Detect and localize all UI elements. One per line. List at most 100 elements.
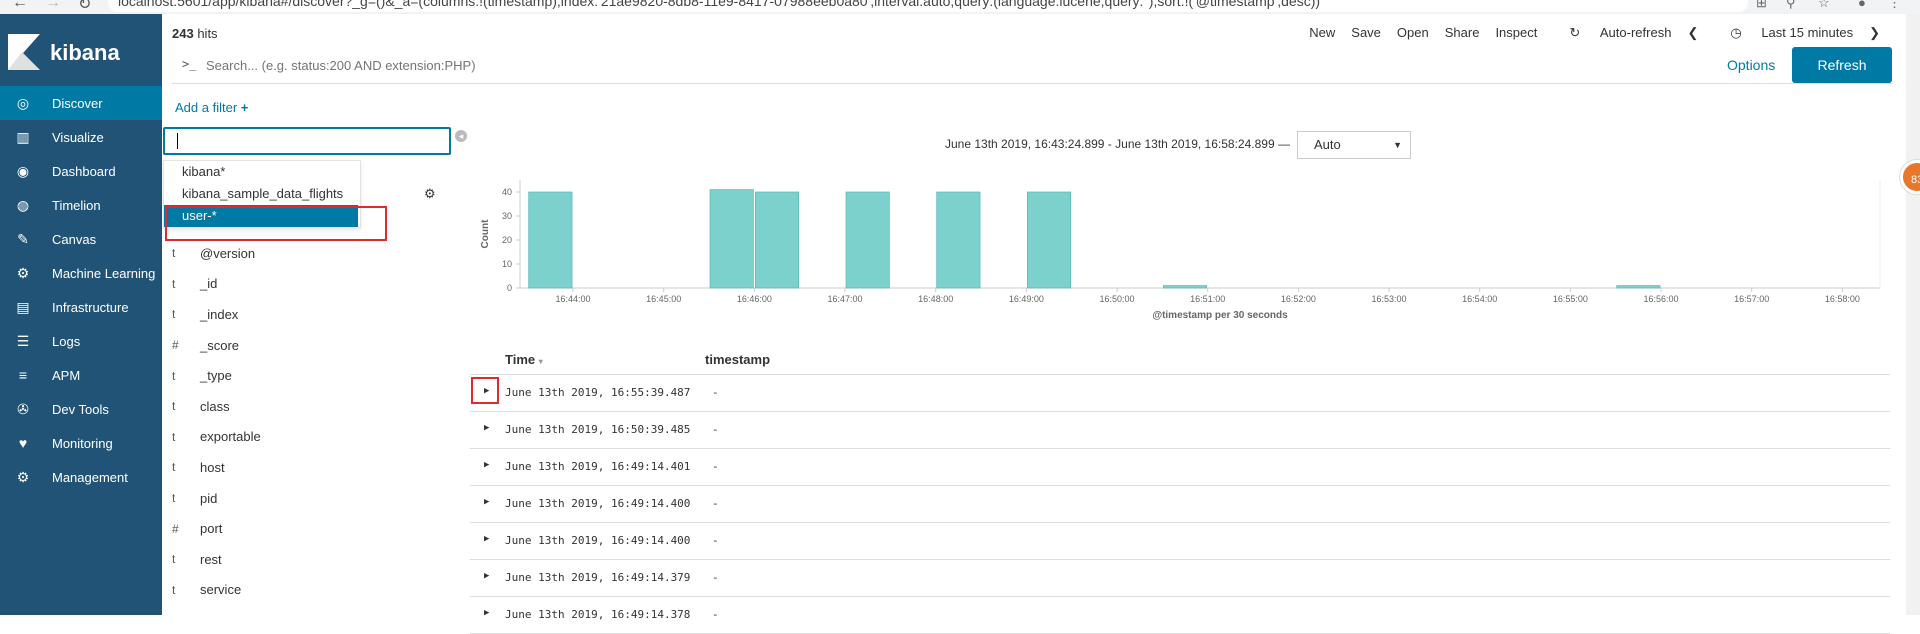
- refresh-button[interactable]: Refresh: [1792, 47, 1892, 83]
- collapse-sidebar-icon[interactable]: ◂: [455, 130, 467, 142]
- cell-time: June 13th 2019, 16:49:14.401: [505, 460, 691, 473]
- sidebar-item-monitoring[interactable]: ♥ Monitoring: [0, 426, 162, 460]
- cell-timestamp: -: [712, 534, 719, 547]
- plus-icon: +: [240, 100, 249, 115]
- timelion-icon: ◍: [16, 196, 30, 213]
- sidebar-item-infrastructure[interactable]: ▤ Infrastructure: [0, 290, 162, 324]
- x-tick-label: 16:48:00: [918, 294, 953, 304]
- histogram-bar: [755, 191, 800, 289]
- sidebar-item-label: APM: [52, 367, 81, 383]
- options-link[interactable]: Options: [1727, 57, 1775, 73]
- sidebar-item-timelion[interactable]: ◍ Timelion: [0, 188, 162, 222]
- histogram-bar: [1163, 285, 1208, 289]
- index-pattern-input[interactable]: [163, 127, 451, 155]
- page-scrollbar[interactable]: [1906, 14, 1920, 615]
- add-filter-link[interactable]: Add a filter +: [175, 100, 248, 115]
- x-tick-label: 16:49:00: [1009, 294, 1044, 304]
- time-picker-button[interactable]: ◷ Last 15 minutes: [1714, 25, 1853, 41]
- brand[interactable]: kibana: [0, 14, 162, 86]
- time-next-button[interactable]: ❯: [1869, 25, 1880, 41]
- cell-time: June 13th 2019, 16:49:14.379: [505, 571, 691, 584]
- expand-row-icon[interactable]: ▶: [484, 497, 489, 507]
- back-icon[interactable]: ←: [12, 0, 28, 12]
- browser-toolbar: ← → ↻ localhost:5601/app/kibana#/discove…: [0, 0, 1920, 14]
- field-item[interactable]: t class: [172, 391, 452, 422]
- text-caret: [177, 133, 178, 149]
- index-pattern-option[interactable]: kibana_sample_data_flights: [164, 183, 360, 205]
- field-item[interactable]: t service: [172, 575, 452, 606]
- forward-icon[interactable]: →: [45, 0, 61, 12]
- expand-row-icon[interactable]: ▶: [484, 608, 489, 618]
- field-item[interactable]: t _id: [172, 269, 452, 300]
- search-input[interactable]: [206, 55, 1706, 75]
- histogram-bar: [936, 191, 981, 289]
- field-item[interactable]: t host: [172, 452, 452, 483]
- interval-select[interactable]: Auto ▼: [1297, 131, 1411, 159]
- field-name: exportable: [200, 429, 261, 445]
- expand-row-icon[interactable]: ▶: [484, 460, 489, 470]
- field-item[interactable]: t rest: [172, 544, 452, 575]
- x-tick-label: 16:58:00: [1825, 294, 1860, 304]
- translate-icon[interactable]: ⊞: [1756, 0, 1772, 11]
- menu-icon[interactable]: ⋮: [1888, 0, 1904, 11]
- logs-icon: ☰: [16, 332, 30, 349]
- column-header-timestamp[interactable]: timestamp: [705, 352, 770, 367]
- inspect-button[interactable]: Inspect: [1495, 25, 1537, 41]
- dropdown-arrow-icon: ▼: [1393, 140, 1402, 150]
- field-name: host: [200, 459, 225, 475]
- time-prev-button[interactable]: ❮: [1687, 25, 1698, 41]
- expand-row-icon[interactable]: ▶: [484, 571, 489, 581]
- sidebar-item-label: Visualize: [52, 129, 104, 145]
- bookmark-star-icon[interactable]: ☆: [1818, 0, 1834, 11]
- reload-icon[interactable]: ↻: [78, 0, 91, 14]
- share-button[interactable]: Share: [1445, 25, 1480, 41]
- open-button[interactable]: Open: [1397, 25, 1429, 41]
- sidebar-item-dashboard[interactable]: ◉ Dashboard: [0, 154, 162, 188]
- expand-row-icon[interactable]: ▶: [484, 423, 489, 433]
- hits-count: 243 hits: [172, 26, 218, 41]
- field-item[interactable]: t pid: [172, 483, 452, 514]
- table-row: ▶ June 13th 2019, 16:49:14.378-: [470, 597, 1890, 634]
- sidebar-item-canvas[interactable]: ✎ Canvas: [0, 222, 162, 256]
- field-item[interactable]: t _type: [172, 360, 452, 391]
- expand-row-icon[interactable]: ▶: [484, 534, 489, 544]
- sidebar: kibana ◎ Discover ▥ Visualize ◉ Dashboard ◍ Tim…: [0, 14, 162, 615]
- sidebar-item-discover[interactable]: ◎ Discover: [0, 86, 162, 120]
- sidebar-item-apm[interactable]: ≡ APM: [0, 358, 162, 392]
- auto-refresh-button[interactable]: ↻ Auto-refresh: [1553, 25, 1671, 41]
- table-row: ▶ June 13th 2019, 16:49:14.400 -: [470, 523, 1890, 560]
- compass-icon: ◎: [16, 94, 30, 111]
- field-settings-gear-icon[interactable]: ⚙: [424, 186, 436, 202]
- sidebar-item-visualize[interactable]: ▥ Visualize: [0, 120, 162, 154]
- new-button[interactable]: New: [1309, 25, 1335, 41]
- column-header-time-label: Time: [505, 352, 536, 367]
- cell-timestamp: -: [712, 423, 719, 436]
- field-name: @version: [200, 245, 256, 261]
- sidebar-item-management[interactable]: ⚙ Management: [0, 460, 162, 494]
- field-item[interactable]: t exportable: [172, 422, 452, 453]
- field-item[interactable]: # port: [172, 513, 452, 544]
- zoom-icon[interactable]: ⚲: [1786, 0, 1802, 11]
- field-item[interactable]: t @version: [172, 238, 452, 269]
- sidebar-item-dev-tools[interactable]: ✇ Dev Tools: [0, 392, 162, 426]
- field-type-icon: t: [172, 368, 176, 383]
- account-icon[interactable]: ●: [1858, 0, 1874, 11]
- notification-badge[interactable]: 83: [1900, 160, 1920, 194]
- sidebar-item-machine-learning[interactable]: ⚙ Machine Learning: [0, 256, 162, 290]
- field-item[interactable]: t _index: [172, 299, 452, 330]
- save-button[interactable]: Save: [1351, 25, 1381, 41]
- wrench-icon: ✇: [17, 400, 29, 417]
- query-language-icon[interactable]: >_: [182, 57, 196, 71]
- field-item[interactable]: # _score: [172, 330, 452, 361]
- field-type-icon: t: [172, 307, 176, 322]
- index-pattern-option[interactable]: kibana*: [164, 161, 360, 183]
- address-bar[interactable]: localhost:5601/app/kibana#/discover?_g=(…: [108, 0, 1748, 12]
- clock-icon: ◷: [1730, 25, 1742, 40]
- table-row: ▶ June 13th 2019, 16:49:14.400 -: [470, 486, 1890, 523]
- column-header-time[interactable]: Time ▾: [505, 352, 543, 367]
- sidebar-item-logs[interactable]: ☰ Logs: [0, 324, 162, 358]
- y-axis-label: Count: [480, 219, 491, 249]
- field-name: port: [200, 521, 223, 537]
- sort-icon: ▾: [538, 357, 543, 366]
- x-tick-label: 16:56:00: [1644, 294, 1679, 304]
